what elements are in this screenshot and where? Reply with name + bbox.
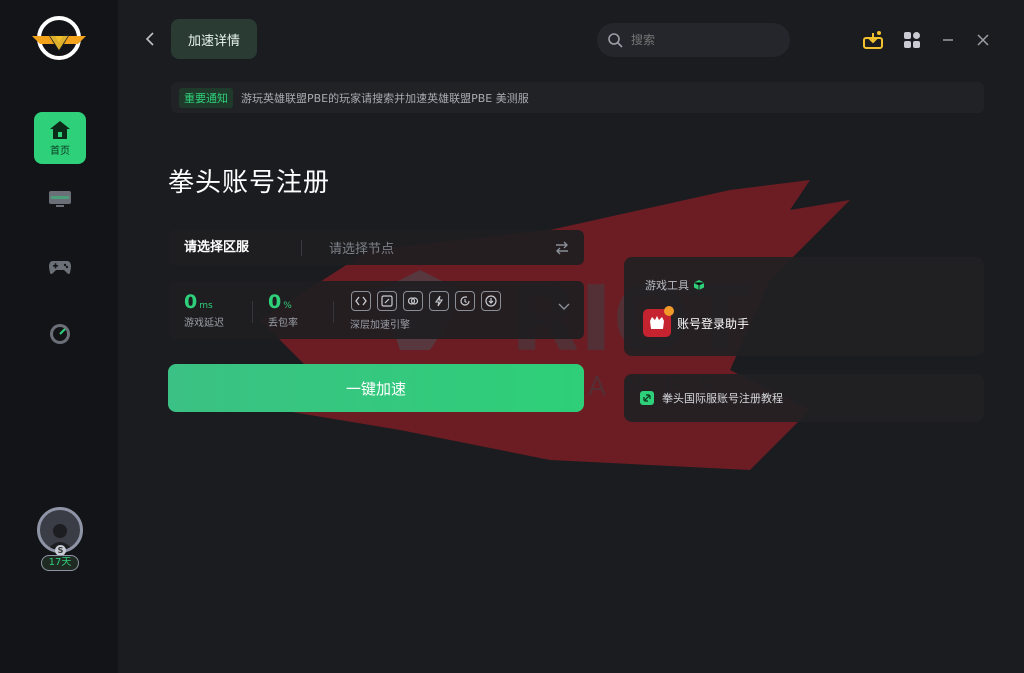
- node-select[interactable]: 请选择节点: [329, 238, 554, 257]
- home-icon: [50, 120, 70, 139]
- monitor-icon: [49, 191, 71, 207]
- nav-games[interactable]: [46, 254, 74, 280]
- code-icon: [355, 296, 367, 306]
- gamepad-icon: [49, 261, 71, 274]
- login-helper-label: 账号登录助手: [677, 316, 750, 331]
- nav-home[interactable]: 首页: [34, 112, 86, 164]
- lightning-icon: [434, 295, 444, 307]
- chevron-down-icon[interactable]: [558, 303, 570, 311]
- latency-value: 0: [184, 291, 198, 313]
- close-button[interactable]: [972, 29, 994, 51]
- refresh-icon: [460, 296, 470, 306]
- minimize-button[interactable]: [937, 29, 959, 51]
- engine-tool-window[interactable]: [377, 291, 397, 311]
- latency-caption: 游戏延迟: [184, 318, 224, 329]
- close-icon: [977, 34, 989, 46]
- notice-tag: 重要通知: [179, 87, 233, 108]
- window-icon: [381, 295, 393, 307]
- gift-icon: [863, 31, 883, 49]
- notice-text: 游玩英雄联盟PBE的玩家请搜索并加速英雄联盟PBE 美测服: [241, 91, 529, 105]
- divider: [252, 301, 253, 323]
- search-icon: [608, 33, 623, 48]
- link-icon: [640, 391, 654, 405]
- stats-panel: 0 ms 游戏延迟 0% 丢包率 深层加速引擎: [169, 281, 584, 339]
- packet-loss-caption: 丢包率: [268, 318, 298, 329]
- game-tools-card: 游戏工具 账号登录助手: [624, 257, 984, 356]
- engine-tool-refresh[interactable]: [455, 291, 475, 311]
- vip-days-badge: 17天: [41, 555, 79, 571]
- sidebar: 首页 S 17天: [0, 0, 118, 673]
- search-box[interactable]: [597, 23, 790, 57]
- link-icon: [407, 297, 419, 305]
- swap-icon[interactable]: [554, 241, 570, 255]
- login-helper-icon: [643, 306, 674, 337]
- gift-button[interactable]: [862, 29, 884, 51]
- engine-caption: 深层加速引擎: [350, 320, 410, 331]
- nav-speedtest[interactable]: [46, 321, 74, 347]
- back-button[interactable]: [140, 28, 160, 50]
- one-click-boost-button[interactable]: 一键加速: [168, 364, 584, 412]
- speedometer-icon: [50, 324, 70, 344]
- game-tools-header: 游戏工具: [645, 277, 705, 293]
- tab-accel-detail[interactable]: 加速详情: [171, 19, 257, 59]
- cube-icon: [693, 280, 705, 290]
- nav-home-label: 首页: [50, 145, 70, 157]
- login-helper-tool[interactable]: 账号登录助手: [643, 306, 750, 337]
- user-avatar-block[interactable]: S 17天: [33, 505, 87, 575]
- game-title: 拳头账号注册: [168, 168, 331, 198]
- packet-loss-value: 0: [268, 291, 282, 313]
- notice-bar[interactable]: 重要通知 游玩英雄联盟PBE的玩家请搜索并加速英雄联盟PBE 美测服: [171, 82, 984, 113]
- notification-dot: [664, 306, 674, 316]
- apps-button[interactable]: [901, 29, 923, 51]
- game-tools-title: 游戏工具: [645, 279, 689, 292]
- engine-tool-link[interactable]: [403, 291, 423, 311]
- engine-tool-bolt[interactable]: [429, 291, 449, 311]
- latency-unit: ms: [199, 301, 213, 311]
- registration-guide-card[interactable]: 拳头国际服账号注册教程: [624, 374, 984, 422]
- region-label[interactable]: 请选择区服: [184, 239, 302, 256]
- packet-loss-stat: 0% 丢包率: [268, 291, 298, 329]
- search-input[interactable]: [631, 33, 771, 47]
- app-window: 首页 S 17天 加速详情 搜索 重要通知 游玩英雄联盟PBE的玩家请搜索并加速…: [0, 0, 1024, 673]
- app-logo: [30, 14, 88, 64]
- packet-loss-unit: %: [283, 301, 292, 311]
- latency-stat: 0 ms 游戏延迟: [184, 291, 224, 329]
- engine-tool-download[interactable]: [481, 291, 501, 311]
- nav-monitor[interactable]: [46, 186, 74, 212]
- minimize-icon: [943, 39, 953, 41]
- download-icon: [485, 295, 497, 307]
- engine-tool-code[interactable]: [351, 291, 371, 311]
- chevron-left-icon: [145, 32, 154, 46]
- apps-grid-icon: [904, 32, 920, 48]
- divider: [333, 301, 334, 323]
- registration-guide-label: 拳头国际服账号注册教程: [662, 392, 783, 405]
- engine-tools: [351, 291, 501, 311]
- region-selector[interactable]: 请选择区服 请选择节点: [169, 230, 584, 265]
